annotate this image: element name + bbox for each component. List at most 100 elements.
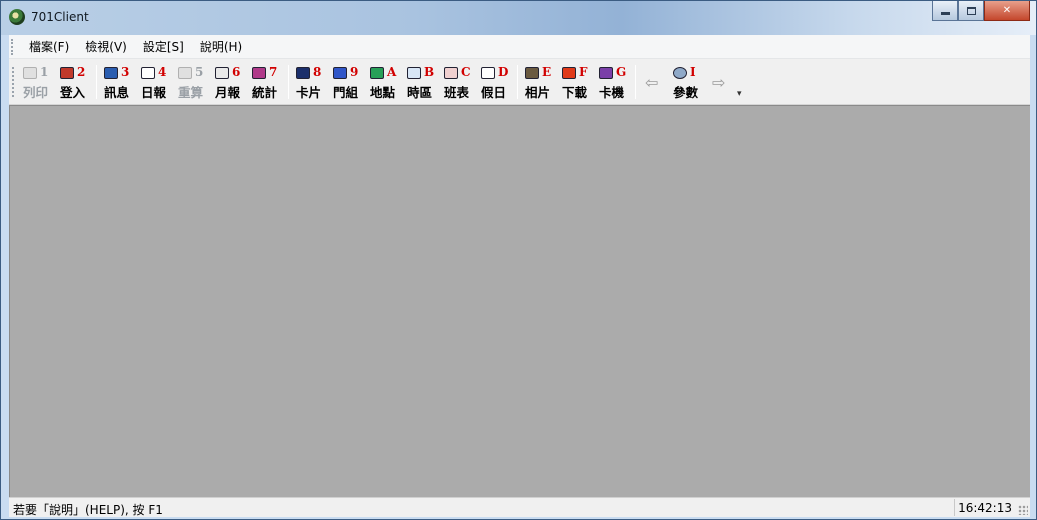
- menubar-grip[interactable]: [11, 38, 17, 55]
- status-bar: 若要「說明」(HELP), 按 F1 16:42:13: [9, 497, 1030, 517]
- toolbar-key: F: [579, 65, 588, 79]
- door-group-icon: [333, 67, 347, 79]
- toolbar-separator: [517, 65, 518, 99]
- toolbar-button-door-group[interactable]: 9 門組: [329, 63, 366, 101]
- toolbar-button-card[interactable]: 8 卡片: [292, 63, 329, 101]
- toolbar-label: 卡機: [599, 85, 625, 100]
- card-icon: [296, 67, 310, 79]
- toolbar-key: 1: [40, 65, 49, 79]
- forward-arrow-icon: ⇨: [712, 73, 726, 92]
- caption-buttons: ✕: [932, 1, 1030, 21]
- recalculate-icon: [178, 67, 192, 79]
- toolbar-key: 2: [77, 65, 86, 79]
- toolbar-label: 列印: [23, 85, 49, 100]
- mdi-client-area[interactable]: [9, 105, 1030, 497]
- toolbar-key: 5: [195, 65, 204, 79]
- toolbar-button-time-zone[interactable]: B 時區: [403, 63, 440, 101]
- toolbar-label: 參數: [673, 85, 699, 100]
- statistics-icon: [252, 67, 266, 79]
- toolbar-key: 7: [269, 65, 278, 79]
- toolbar-button-recalculate[interactable]: 5 重算: [174, 63, 211, 101]
- monthly-report-icon: [215, 67, 229, 79]
- toolbar-button-shift-schedule[interactable]: C 班表: [440, 63, 477, 101]
- photo-icon: [525, 67, 539, 79]
- menu-help[interactable]: 說明(H): [192, 36, 250, 57]
- close-button[interactable]: ✕: [984, 1, 1030, 21]
- toolbar-label: 登入: [60, 85, 86, 100]
- toolbar-overflow-chevron-icon[interactable]: ▾: [737, 89, 742, 99]
- toolbar-label: 班表: [444, 85, 470, 100]
- toolbar-separator: [96, 65, 97, 99]
- daily-report-icon: [141, 67, 155, 79]
- toolbar-key: C: [461, 65, 471, 79]
- toolbar-separator: [288, 65, 289, 99]
- status-help-text: 若要「說明」(HELP), 按 F1: [13, 503, 163, 517]
- toolbar-key: A: [387, 65, 397, 79]
- close-icon: ✕: [1002, 5, 1012, 16]
- resize-grip-icon[interactable]: [1018, 505, 1028, 515]
- toolbar-button-holiday[interactable]: D 假日: [477, 63, 514, 101]
- toolbar-key: 4: [158, 65, 167, 79]
- download-icon: [562, 67, 576, 79]
- toolbar-key: E: [542, 65, 552, 79]
- toolbar-button-card-reader[interactable]: G 卡機: [595, 63, 632, 101]
- toolbar-button-login[interactable]: 2 登入: [56, 63, 93, 101]
- maximize-icon: [966, 6, 976, 15]
- status-clock-panel: 16:42:13: [954, 499, 1016, 516]
- status-clock: 16:42:13: [958, 501, 1012, 515]
- menu-settings[interactable]: 設定[S]: [135, 36, 192, 57]
- app-icon[interactable]: [9, 9, 25, 25]
- minimize-icon: [940, 12, 950, 15]
- toolbar-key: 6: [232, 65, 241, 79]
- login-pen-icon: [60, 67, 74, 79]
- toolbar-button-statistics[interactable]: 7 統計: [248, 63, 285, 101]
- toolbar-button-daily-report[interactable]: 4 日報: [137, 63, 174, 101]
- menu-view[interactable]: 檢視(V): [77, 36, 135, 57]
- toolbar-key: G: [616, 65, 627, 79]
- toolbar-key: 8: [313, 65, 322, 79]
- toolbar-key: 9: [350, 65, 359, 79]
- toolbar-label: 時區: [407, 85, 433, 100]
- toolbar-label: 假日: [481, 85, 507, 100]
- back-button[interactable]: ⇦: [639, 63, 669, 101]
- toolbar-label: 訊息: [104, 85, 130, 100]
- menu-file[interactable]: 檔案(F): [21, 36, 77, 57]
- toolbar-label: 日報: [141, 85, 167, 100]
- toolbar-grip[interactable]: [12, 67, 15, 97]
- toolbar-label: 相片: [525, 85, 551, 100]
- time-zone-clock-icon: [407, 67, 421, 79]
- holiday-bicycle-icon: [481, 67, 495, 79]
- app-window: 701Client ✕ 檔案(F) 檢視(V) 設定[S] 說明(H) 1 列印 …: [0, 0, 1037, 520]
- toolbar-label: 統計: [252, 85, 278, 100]
- toolbar-label: 重算: [178, 85, 204, 100]
- message-icon: [104, 67, 118, 79]
- menu-bar: 檔案(F) 檢視(V) 設定[S] 說明(H): [9, 35, 1030, 59]
- toolbar-separator: [635, 65, 636, 99]
- toolbar-button-location[interactable]: A 地點: [366, 63, 403, 101]
- toolbar-button-parameters[interactable]: I 參數: [669, 63, 706, 101]
- toolbar-key: D: [498, 65, 509, 79]
- toolbar-key: I: [690, 65, 696, 79]
- forward-button[interactable]: ⇨: [706, 63, 736, 101]
- toolbar-label: 卡片: [296, 85, 322, 100]
- toolbar-key: B: [424, 65, 435, 79]
- toolbar-label: 月報: [215, 85, 241, 100]
- minimize-button[interactable]: [932, 1, 958, 21]
- toolbar-button-message[interactable]: 3 訊息: [100, 63, 137, 101]
- toolbar-button-monthly-report[interactable]: 6 月報: [211, 63, 248, 101]
- toolbar-buttons: 1 列印 2 登入 3 訊息 4 日報 5 重算 6 月報 7 統計 8 卡片 9 門組 A 地點 …: [19, 63, 736, 101]
- toolbar-label: 門組: [333, 85, 359, 100]
- title-bar[interactable]: 701Client ✕: [1, 1, 1036, 35]
- toolbar-button-print[interactable]: 1 列印: [19, 63, 56, 101]
- toolbar-label: 地點: [370, 85, 396, 100]
- toolbar-button-photo[interactable]: E 相片: [521, 63, 558, 101]
- back-arrow-icon: ⇦: [645, 73, 659, 92]
- printer-icon: [23, 67, 37, 79]
- maximize-button[interactable]: [958, 1, 984, 21]
- toolbar-button-download[interactable]: F 下載: [558, 63, 595, 101]
- location-map-icon: [370, 67, 384, 79]
- toolbar: 1 列印 2 登入 3 訊息 4 日報 5 重算 6 月報 7 統計 8 卡片 9 門組 A 地點 …: [9, 59, 1030, 105]
- toolbar-label: 下載: [562, 85, 588, 100]
- parameters-magnifier-icon: [673, 67, 687, 79]
- toolbar-key: 3: [121, 65, 130, 79]
